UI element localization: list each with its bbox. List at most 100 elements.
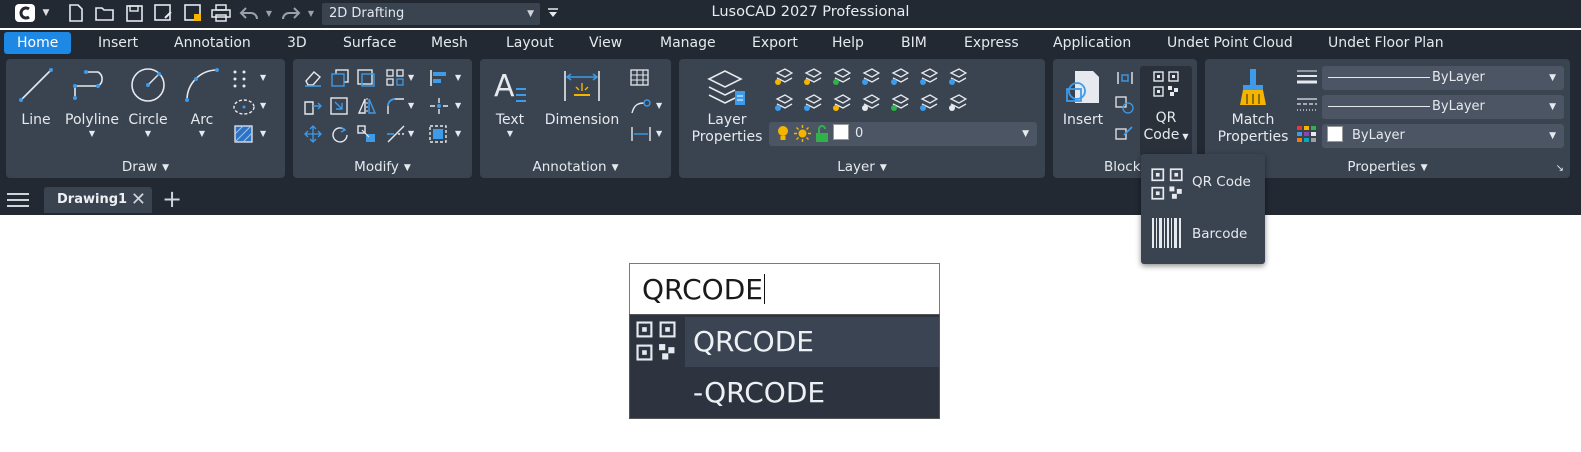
modify-panel-title[interactable]: Modify ▼: [293, 156, 472, 178]
layer-unlock-icon[interactable]: [831, 93, 851, 113]
tab-3d[interactable]: 3D: [287, 32, 307, 54]
layer-previous-icon[interactable]: [918, 67, 938, 87]
layer-walk-icon[interactable]: [860, 93, 880, 113]
linetype-value: ByLayer: [1432, 99, 1485, 114]
explode-icon[interactable]: [429, 97, 449, 115]
explode-chevron-icon[interactable]: ▼: [455, 101, 461, 110]
scale-icon[interactable]: [357, 125, 377, 143]
tab-mesh[interactable]: Mesh: [431, 32, 468, 54]
tab-home[interactable]: Home: [4, 32, 72, 54]
layer-freeze-icon[interactable]: [802, 67, 822, 87]
linear-dimension-chevron-icon[interactable]: ▼: [656, 129, 662, 138]
fillet-chevron-icon[interactable]: ▼: [408, 101, 414, 110]
line-button[interactable]: Line: [16, 112, 56, 129]
tab-layout[interactable]: Layout: [506, 32, 554, 54]
tab-annotation[interactable]: Annotation: [174, 32, 251, 54]
title-bar: ▼ ▼ ▼ 2D Drafting ▼ LusoCAD 2027 Professi…: [0, 0, 1581, 28]
draw-panel: Line Polyline ▼ Circle ▼ Arc ▼ ▼ ▼ ▼ Draw ▼: [6, 59, 285, 178]
command-input[interactable]: QRCODE: [629, 263, 940, 315]
dimension-button[interactable]: Dimension: [544, 112, 620, 129]
create-block-icon[interactable]: [1115, 96, 1135, 114]
linetype-select[interactable]: ByLayer ▼: [1322, 95, 1564, 119]
insert-button[interactable]: Insert: [1061, 112, 1105, 129]
leader-chevron-icon[interactable]: ▼: [656, 101, 662, 110]
text-icon: A: [492, 69, 528, 103]
text-button[interactable]: Text ▼: [490, 112, 530, 139]
menu-icon[interactable]: [7, 192, 29, 208]
tab-manage[interactable]: Manage: [660, 32, 716, 54]
trim-icon[interactable]: [386, 125, 406, 143]
layer-off-icon[interactable]: [889, 67, 909, 87]
tab-help[interactable]: Help: [832, 32, 864, 54]
command-suggestion-item[interactable]: -QRCODE: [685, 368, 939, 418]
layer-on-icon[interactable]: [773, 93, 793, 113]
erase-icon[interactable]: [303, 69, 323, 87]
hatch-chevron-icon[interactable]: ▼: [260, 129, 266, 138]
add-tab-icon[interactable]: +: [162, 186, 182, 212]
layer-thaw-all-icon[interactable]: [802, 93, 822, 113]
current-layer-select[interactable]: 0 ▼: [769, 122, 1037, 146]
layer-match-icon[interactable]: [860, 67, 880, 87]
leader-icon[interactable]: [630, 97, 652, 115]
layer-delete-icon[interactable]: [947, 93, 967, 113]
align-chevron-icon[interactable]: ▼: [455, 73, 461, 82]
move-copy-icon[interactable]: [330, 97, 350, 115]
panel-launcher-icon[interactable]: ↘: [1556, 163, 1564, 174]
fillet-icon[interactable]: [386, 97, 406, 115]
tab-surface[interactable]: Surface: [343, 32, 396, 54]
layer-merge-icon[interactable]: [889, 93, 909, 113]
layer-lock-icon[interactable]: [831, 67, 851, 87]
menu-item-barcode[interactable]: Barcode: [1141, 210, 1265, 260]
tab-express[interactable]: Express: [964, 32, 1019, 54]
tab-export[interactable]: Export: [752, 32, 798, 54]
annotation-panel-title[interactable]: Annotation ▼: [480, 156, 671, 178]
document-tab-drawing1[interactable]: Drawing1 ✕: [44, 187, 152, 213]
text-label: Text: [495, 112, 525, 128]
block-attribute-icon[interactable]: [1115, 69, 1135, 87]
edit-block-icon[interactable]: [1115, 123, 1135, 141]
table-icon[interactable]: [630, 69, 650, 87]
tab-bim[interactable]: BIM: [901, 32, 927, 54]
ellipse-icon[interactable]: [232, 97, 256, 117]
layer-isolate-icon[interactable]: [773, 67, 793, 87]
match-properties-button[interactable]: Match Properties: [1213, 112, 1293, 146]
arc-button[interactable]: Arc ▼: [182, 112, 222, 139]
array-chevron-icon[interactable]: ▼: [408, 73, 414, 82]
layer-properties-button[interactable]: Layer Properties: [687, 112, 767, 146]
tab-application[interactable]: Application: [1053, 32, 1131, 54]
color-select[interactable]: ByLayer ▼: [1322, 124, 1564, 148]
lineweight-select[interactable]: ByLayer ▼: [1322, 66, 1564, 90]
stretch-icon[interactable]: [303, 97, 323, 115]
linear-dimension-icon[interactable]: [630, 125, 652, 143]
move-icon[interactable]: [303, 125, 323, 143]
layer-title-label: Layer: [837, 159, 875, 175]
qr-code-button[interactable]: QR Code ▼: [1140, 66, 1192, 156]
close-icon[interactable]: ✕: [131, 187, 146, 213]
array-icon[interactable]: [386, 69, 406, 87]
draw-panel-title[interactable]: Draw ▼: [6, 156, 285, 178]
offset-icon[interactable]: [357, 69, 377, 87]
layer-panel-title[interactable]: Layer ▼: [679, 156, 1045, 178]
chevron-down-icon: ▼: [1549, 73, 1556, 83]
rotate-icon[interactable]: [330, 125, 350, 143]
align-icon[interactable]: [429, 69, 449, 87]
break-chevron-icon[interactable]: ▼: [455, 129, 461, 138]
point-grid-icon[interactable]: [232, 69, 256, 89]
command-suggestion-item[interactable]: QRCODE: [685, 317, 939, 367]
trim-chevron-icon[interactable]: ▼: [408, 129, 414, 138]
menu-item-qr-code[interactable]: QR Code: [1141, 158, 1265, 208]
break-icon[interactable]: [429, 125, 449, 143]
layer-copy-icon[interactable]: [918, 93, 938, 113]
point-chevron-icon[interactable]: ▼: [260, 73, 266, 82]
tab-undet-floor-plan[interactable]: Undet Floor Plan: [1328, 32, 1444, 54]
copy-object-icon[interactable]: [330, 69, 350, 87]
hatch-icon[interactable]: [234, 125, 254, 143]
tab-view[interactable]: View: [589, 32, 622, 54]
ellipse-chevron-icon[interactable]: ▼: [260, 101, 266, 110]
tab-insert[interactable]: Insert: [98, 32, 138, 54]
mirror-icon[interactable]: [357, 97, 377, 115]
circle-button[interactable]: Circle ▼: [124, 112, 172, 139]
layer-settings-icon[interactable]: [947, 67, 967, 87]
polyline-button[interactable]: Polyline ▼: [63, 112, 121, 139]
tab-undet-point-cloud[interactable]: Undet Point Cloud: [1167, 32, 1293, 54]
